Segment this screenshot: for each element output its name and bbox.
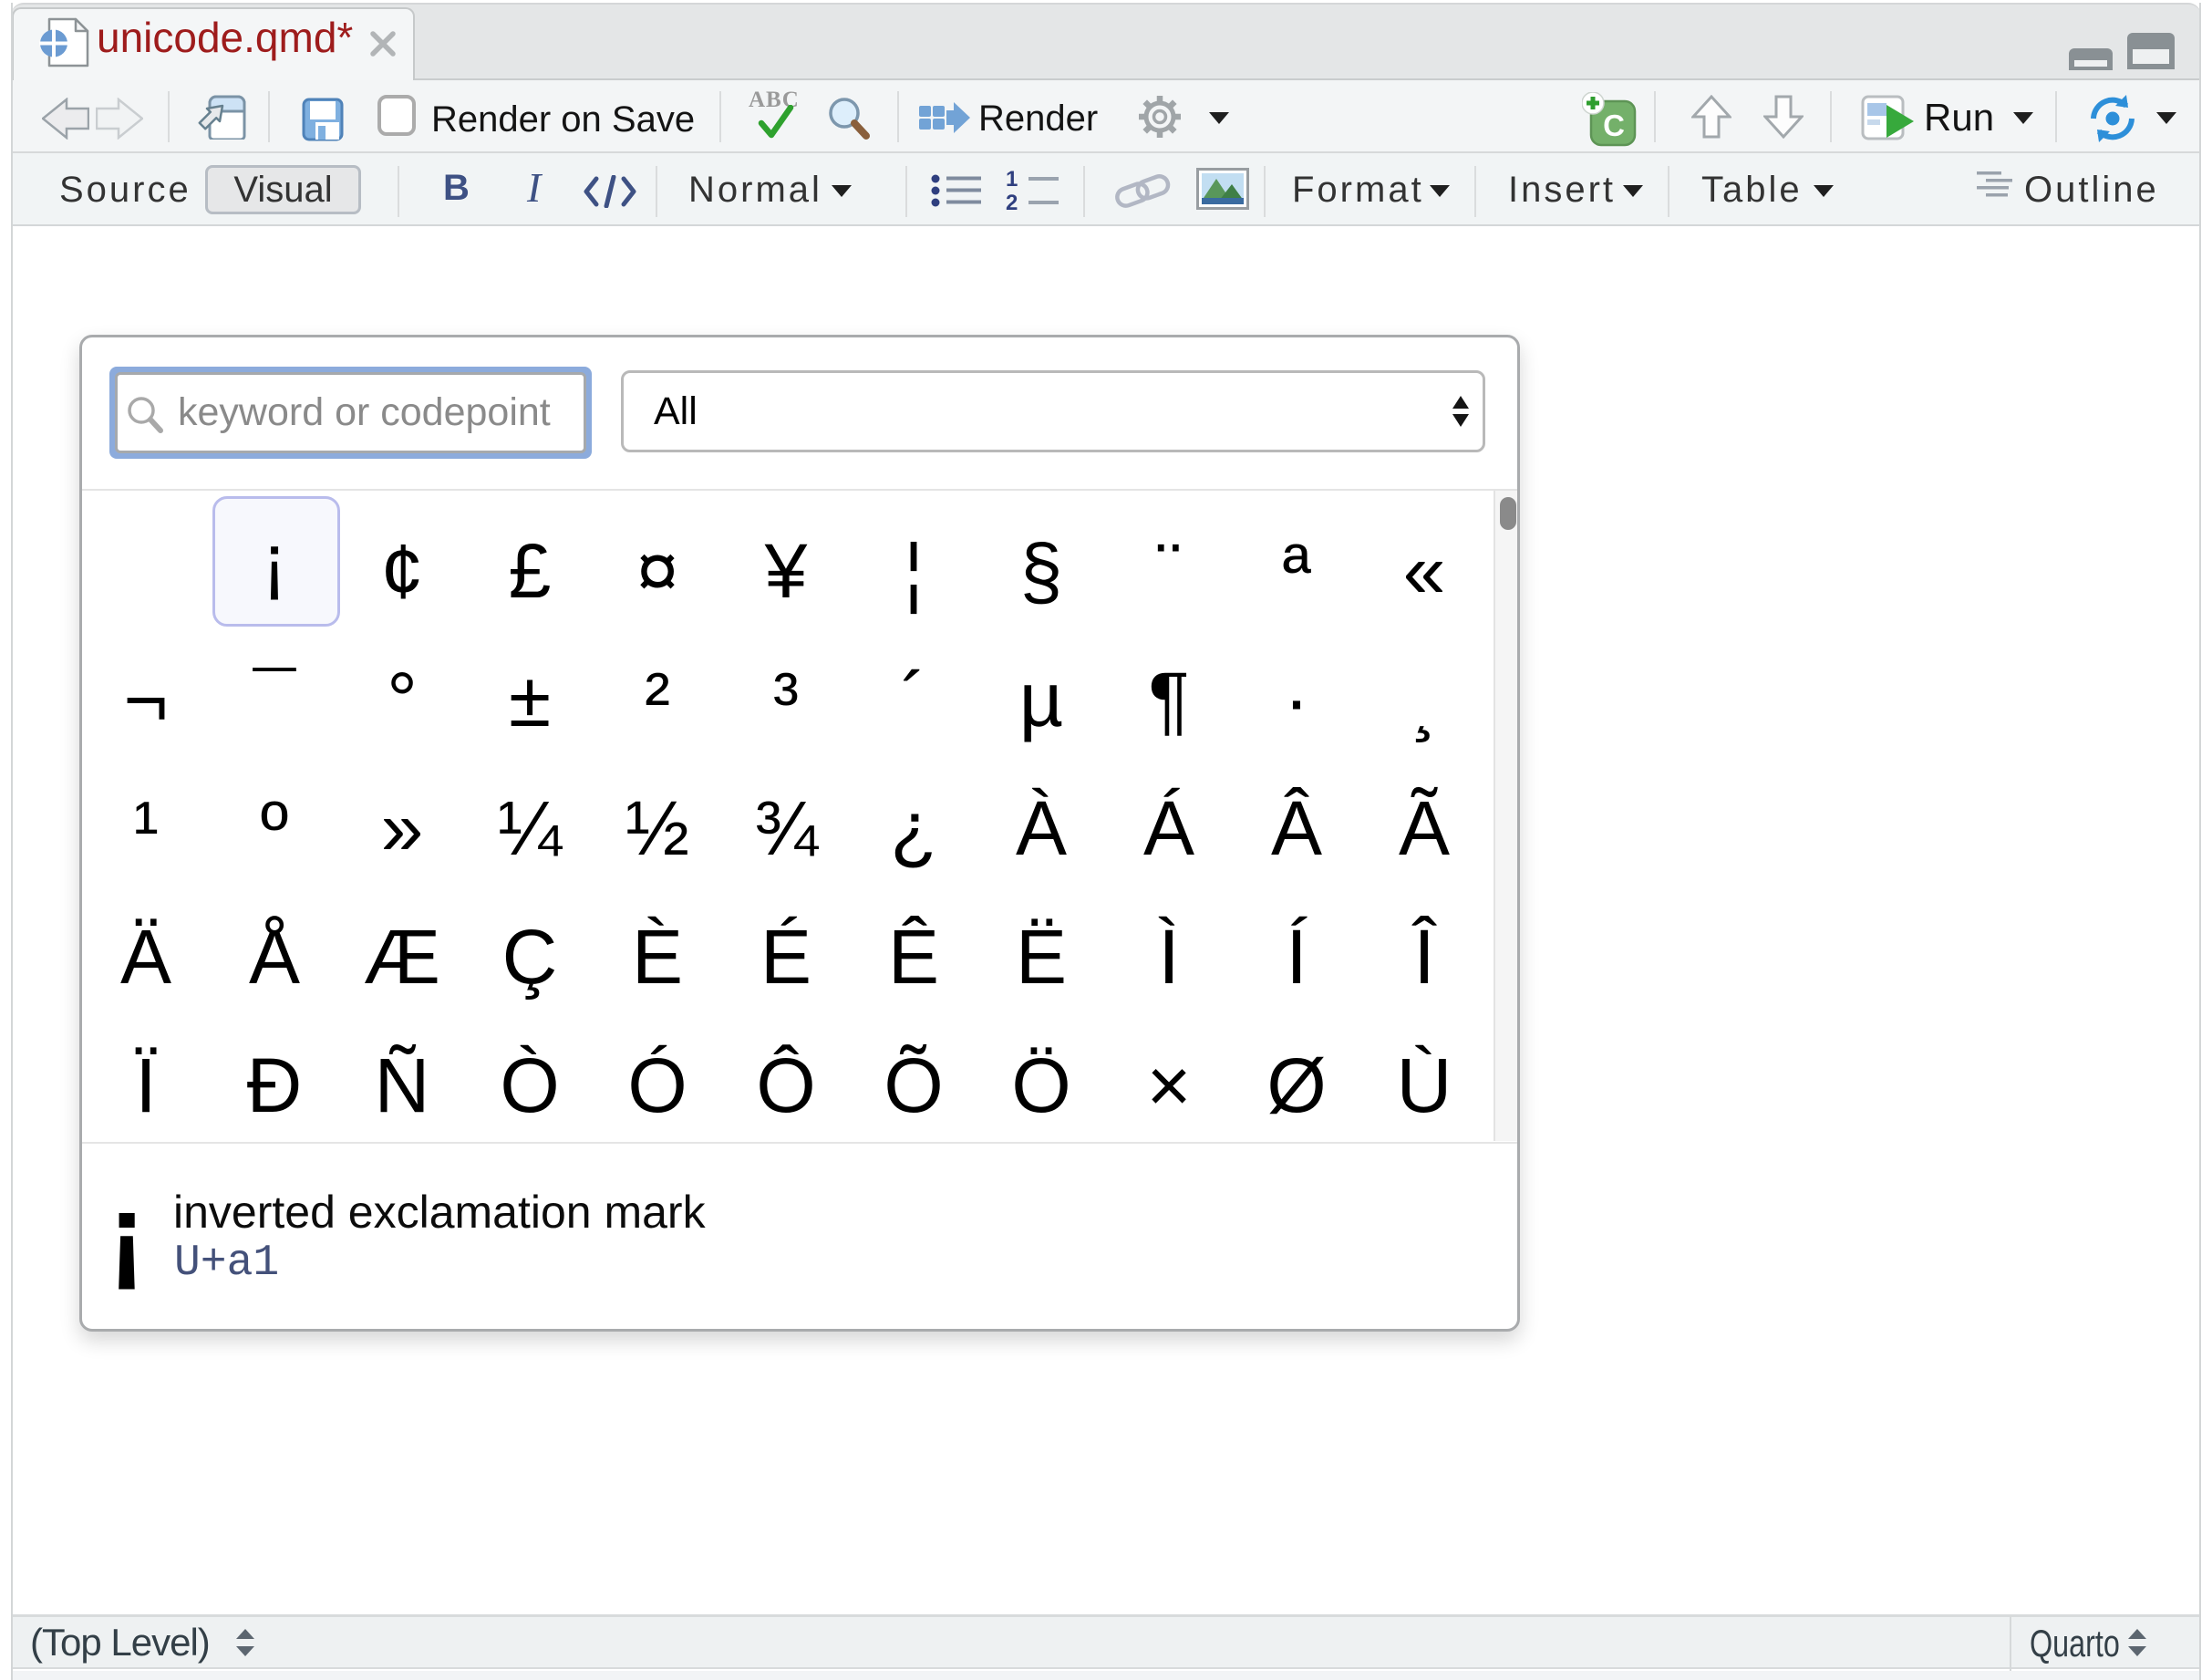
svg-text:2: 2 (1006, 191, 1018, 212)
svg-text:1: 1 (1006, 170, 1018, 192)
svg-text:C: C (1603, 109, 1625, 142)
